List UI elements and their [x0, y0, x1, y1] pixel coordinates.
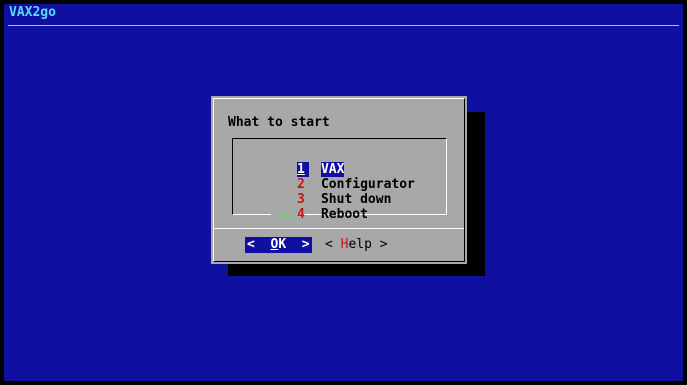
menu-item-shut-down[interactable]: 3 Shut down	[250, 177, 391, 207]
menu-item-vax[interactable]: 1 VAX	[250, 147, 345, 177]
ok-button-rest: K >	[278, 237, 310, 252]
scroll-indicator: 1(+)	[271, 210, 298, 221]
dialog-title: What to start	[228, 115, 330, 130]
console-screen: VAX2go What to start 1 VAX 2 Configurator …	[4, 4, 683, 381]
help-button[interactable]: < Help >	[323, 237, 390, 253]
menu-item-reboot[interactable]: 4 Reboot	[250, 192, 368, 222]
help-button-rest: elp >	[348, 237, 388, 252]
button-separator	[214, 228, 464, 229]
ok-button[interactable]: < OK >	[245, 237, 312, 253]
backtitle: VAX2go	[9, 5, 56, 20]
menu-item-configurator[interactable]: 2 Configurator	[250, 162, 415, 192]
menu-dialog: What to start 1 VAX 2 Configurator 3 Shut d…	[211, 96, 467, 264]
backtitle-rule	[8, 25, 679, 26]
ok-button-left: <	[247, 237, 271, 252]
help-button-left: <	[325, 237, 341, 252]
menu-item-label: Reboot	[320, 207, 368, 222]
menu-item-tag: 4	[296, 207, 305, 222]
